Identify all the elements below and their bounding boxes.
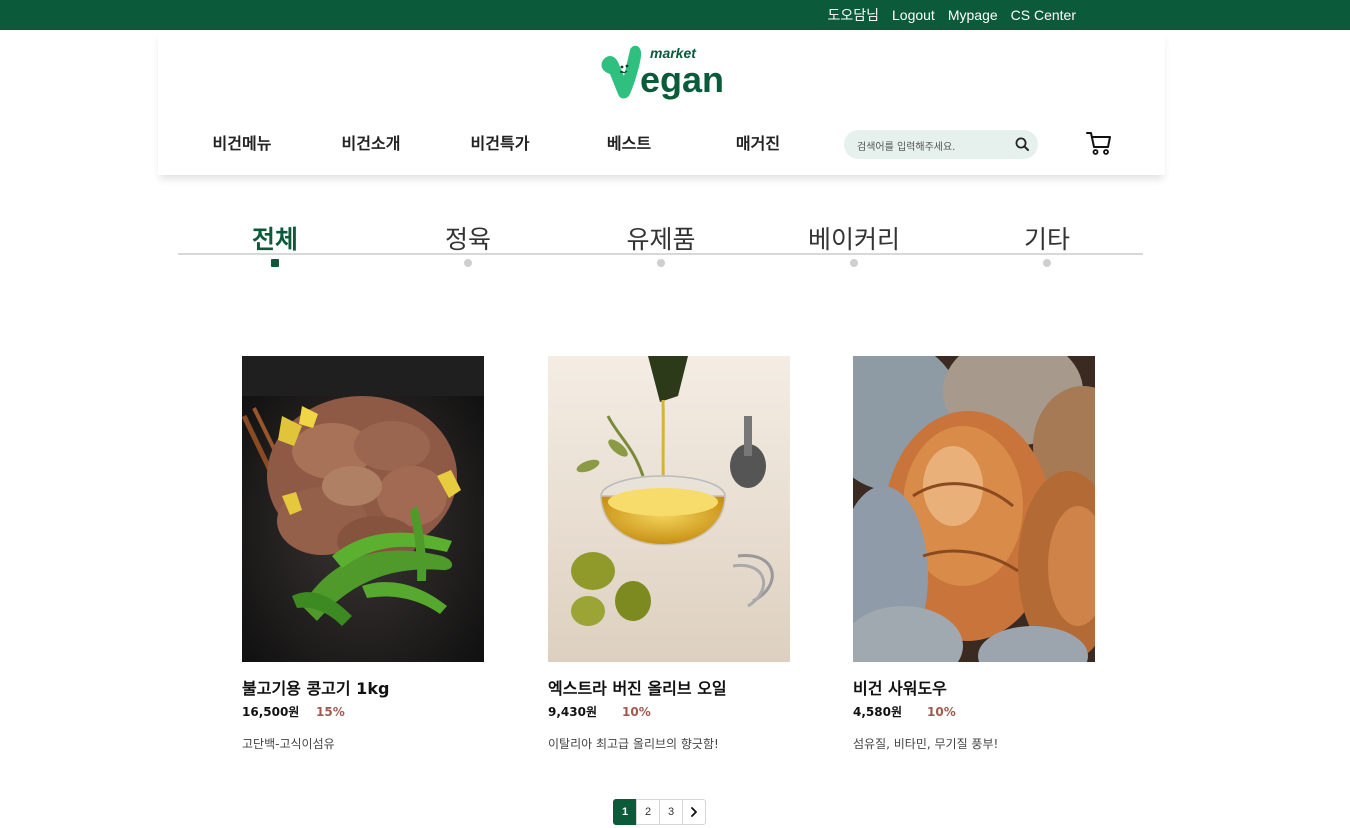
cs-center-link[interactable]: CS Center: [1011, 7, 1076, 23]
product-description: 섬유질, 비타민, 무기질 풍부!: [853, 737, 999, 751]
svg-text:egan: egan: [640, 59, 724, 100]
chevron-right-icon: [691, 807, 697, 817]
product-name[interactable]: 엑스트라 버진 올리브 오일: [548, 675, 790, 699]
search-placeholder: 검색어를 입력해주세요.: [857, 142, 956, 153]
product-name[interactable]: 비건 사워도우: [853, 675, 1095, 699]
product-price: 16,500원: [242, 705, 300, 719]
tab-indicator: [464, 259, 472, 267]
page-button-1[interactable]: 1: [613, 799, 637, 825]
nav-item-best[interactable]: 베스트: [569, 130, 689, 154]
tab-bakery[interactable]: 베이커리: [784, 220, 924, 256]
price-row: 16,500원 15%: [242, 703, 484, 720]
mypage-link[interactable]: Mypage: [948, 7, 998, 23]
product-price: 9,430원: [548, 705, 597, 719]
product-name[interactable]: 불고기용 콩고기 1kg: [242, 675, 484, 699]
tab-indicator-active: [271, 259, 279, 267]
next-page-button[interactable]: [682, 799, 706, 825]
user-greeting[interactable]: 도오담님: [827, 5, 879, 25]
product-image[interactable]: [548, 356, 790, 662]
tab-indicator: [850, 259, 858, 267]
tab-meat[interactable]: 정육: [398, 220, 538, 256]
product-card[interactable]: 불고기용 콩고기 1kg 16,500원 15% 고단백-고식이섬유: [242, 356, 484, 752]
product-card[interactable]: 비건 사워도우 4,580원 10% 섬유질, 비타민, 무기질 풍부!: [853, 356, 1095, 752]
nav-item-magazine[interactable]: 매거진: [698, 130, 818, 154]
logout-link[interactable]: Logout: [892, 7, 935, 23]
page-button-3[interactable]: 3: [659, 799, 683, 825]
nav-item-vegan-intro[interactable]: 비건소개: [311, 130, 431, 154]
category-tabs: 전체 정육 유제품 베이커리 기타: [178, 218, 1143, 268]
bulgogi-image: [242, 356, 484, 662]
product-price: 4,580원: [853, 705, 902, 719]
price-row: 4,580원 10%: [853, 703, 1095, 720]
search-icon[interactable]: [1014, 136, 1030, 152]
search-input[interactable]: 검색어를 입력해주세요.: [844, 130, 1038, 159]
cart-icon[interactable]: [1086, 130, 1112, 156]
tab-indicator: [657, 259, 665, 267]
page-button-2[interactable]: 2: [636, 799, 660, 825]
product-image[interactable]: [853, 356, 1095, 662]
header: market egan 비건메뉴 비건소개 비건특가 베스트 매거진 검색어를 …: [158, 30, 1165, 175]
tab-all[interactable]: 전체: [205, 220, 345, 256]
product-discount: 10%: [622, 705, 651, 719]
top-bar: 도오담님 Logout Mypage CS Center: [0, 0, 1350, 30]
product-description: 고단백-고식이섬유: [242, 737, 335, 751]
logo[interactable]: market egan: [598, 40, 728, 104]
price-row: 9,430원 10%: [548, 703, 790, 720]
nav-item-vegan-menu[interactable]: 비건메뉴: [182, 130, 302, 154]
top-links: 도오담님 Logout Mypage CS Center: [827, 0, 1076, 30]
tab-indicator: [1043, 259, 1051, 267]
tab-dairy[interactable]: 유제품: [591, 220, 731, 256]
pagination: 1 2 3: [613, 799, 706, 825]
product-discount: 15%: [316, 705, 345, 719]
sourdough-image: [853, 356, 1095, 662]
olive-oil-image: [548, 356, 790, 662]
product-image[interactable]: [242, 356, 484, 662]
product-description: 이탈리아 최고급 올리브의 향긋함!: [548, 737, 719, 751]
product-discount: 10%: [927, 705, 956, 719]
nav-item-vegan-special[interactable]: 비건특가: [440, 130, 560, 154]
vegan-logo-icon: market egan: [601, 45, 724, 100]
tab-etc[interactable]: 기타: [977, 220, 1117, 256]
product-card[interactable]: 엑스트라 버진 올리브 오일 9,430원 10% 이탈리아 최고급 올리브의 …: [548, 356, 790, 752]
